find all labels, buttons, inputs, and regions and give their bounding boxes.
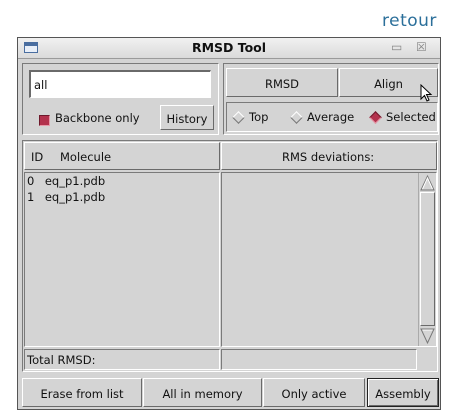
mouse-cursor-icon xyxy=(420,84,433,102)
all-in-memory-label: All in memory xyxy=(162,387,243,401)
header-rms[interactable]: RMS deviations: xyxy=(221,142,437,170)
erase-from-list-button[interactable]: Erase from list xyxy=(22,378,142,407)
window-title: RMSD Tool xyxy=(191,40,267,55)
close-icon[interactable]: ☒ xyxy=(416,40,427,54)
history-button[interactable]: History xyxy=(160,105,214,130)
selection-input-text: all xyxy=(34,78,48,92)
rmsd-button[interactable]: RMSD xyxy=(226,68,338,97)
title-bar[interactable]: RMSD Tool ▭ ☒ xyxy=(18,38,440,59)
retour-link[interactable]: retour xyxy=(382,11,437,31)
rmsd-button-label: RMSD xyxy=(264,77,300,91)
mode-radio-group: Top Average Selected xyxy=(226,102,438,132)
radio-selected-label: Selected xyxy=(386,110,436,124)
all-in-memory-button[interactable]: All in memory xyxy=(143,378,262,407)
total-rmsd-label-cell: Total RMSD: xyxy=(24,349,220,370)
header-rms-label: RMS deviations: xyxy=(282,150,375,164)
scrollbar-thumb[interactable] xyxy=(420,192,435,326)
align-button-label: Align xyxy=(374,77,403,91)
row-id: 0 xyxy=(27,174,35,188)
total-rmsd-value xyxy=(221,349,417,370)
rms-list[interactable] xyxy=(221,172,437,347)
list-item[interactable]: 1 eq_p1.pdb xyxy=(27,191,105,204)
list-item[interactable]: 0 eq_p1.pdb xyxy=(27,175,105,188)
radio-average[interactable] xyxy=(290,111,303,124)
scroll-down-arrow-icon[interactable] xyxy=(420,328,435,345)
only-active-button[interactable]: Only active xyxy=(263,378,365,407)
minimize-icon[interactable]: ▭ xyxy=(391,40,402,54)
backbone-only-checkbox[interactable] xyxy=(39,115,50,126)
row-id: 1 xyxy=(27,190,35,204)
header-id: ID xyxy=(31,150,44,164)
selection-group: all Backbone only History xyxy=(22,63,219,135)
radio-average-label: Average xyxy=(307,110,355,124)
history-button-label: History xyxy=(166,112,208,126)
radio-top[interactable] xyxy=(232,111,245,124)
erase-from-list-label: Erase from list xyxy=(40,387,124,401)
header-id-molecule[interactable]: ID Molecule xyxy=(24,142,220,170)
rmsd-tool-window: RMSD Tool ▭ ☒ all Backbone only History … xyxy=(17,37,441,410)
backbone-only-label: Backbone only xyxy=(55,111,140,125)
assembly-button[interactable]: Assembly xyxy=(367,378,439,407)
scroll-up-arrow-icon[interactable] xyxy=(420,174,435,191)
row-molecule: eq_p1.pdb xyxy=(44,174,106,188)
vertical-scrollbar[interactable] xyxy=(418,173,436,346)
total-rmsd-label: Total RMSD: xyxy=(27,353,96,367)
assembly-label: Assembly xyxy=(375,387,431,401)
selection-input[interactable]: all xyxy=(29,70,211,98)
action-group: RMSD Align Top Average Selected xyxy=(223,63,439,135)
results-panel: ID Molecule RMS deviations: 0 eq_p1.pdb … xyxy=(22,140,438,372)
radio-selected[interactable] xyxy=(369,111,382,124)
molecule-list[interactable]: 0 eq_p1.pdb 1 eq_p1.pdb xyxy=(24,172,220,347)
radio-top-label: Top xyxy=(249,110,269,124)
row-molecule: eq_p1.pdb xyxy=(44,190,106,204)
only-active-label: Only active xyxy=(281,387,347,401)
header-molecule: Molecule xyxy=(60,150,112,164)
